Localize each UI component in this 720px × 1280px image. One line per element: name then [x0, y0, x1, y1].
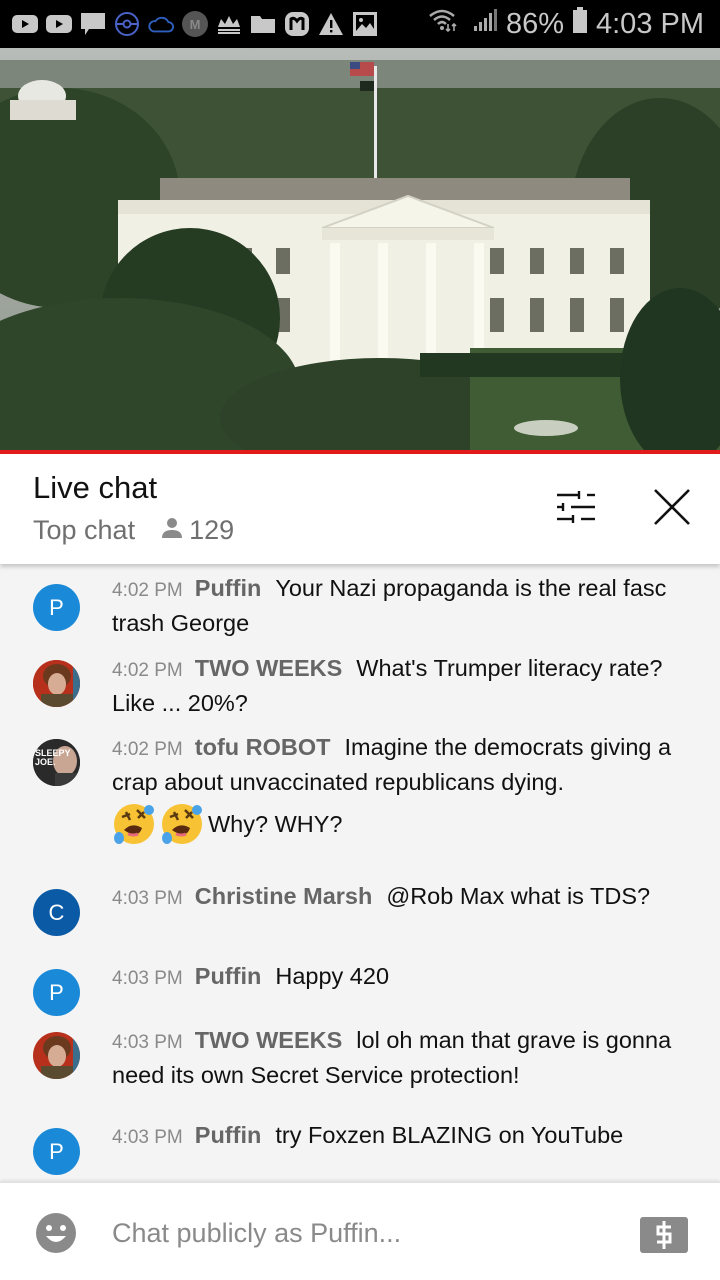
smiley-icon	[36, 1213, 76, 1253]
svg-text:M: M	[190, 17, 201, 32]
crown-icon	[216, 11, 242, 37]
dollar-icon	[656, 1221, 672, 1249]
message-body: 4:03 PM Puffin try Foxzen BLAZING on YouTu…	[112, 1119, 680, 1154]
sliders-icon	[557, 490, 595, 528]
avatar[interactable]	[33, 1032, 80, 1079]
super-chat-button[interactable]	[640, 1217, 688, 1253]
chat-mode-selector[interactable]: Top chat 129	[33, 515, 234, 546]
cloud-icon	[148, 11, 174, 37]
avatar[interactable]	[33, 660, 80, 707]
message-text: try Foxzen BLAZING on YouTube	[275, 1122, 624, 1148]
pokeball-icon	[114, 11, 140, 37]
chat-mode-label: Top chat	[33, 515, 136, 545]
avatar-photo	[33, 1032, 80, 1079]
mastodon-icon	[284, 11, 310, 37]
youtube-icon	[46, 11, 72, 37]
chat-header: Live chat Top chat 129	[0, 454, 720, 564]
viewer-count: 129	[161, 515, 234, 546]
chat-title: Live chat	[33, 470, 158, 505]
message-time: 4:02 PM	[112, 580, 183, 601]
message-body: 4:02 PM tofu ROBOT Imagine the democrats g…	[112, 731, 680, 846]
rofl-emoji-icon	[114, 804, 154, 844]
clock: 4:03 PM	[596, 7, 704, 40]
message-time: 4:03 PM	[112, 1032, 183, 1053]
wifi-icon	[428, 7, 464, 41]
message-time: 4:03 PM	[112, 888, 183, 909]
signal-icon	[472, 7, 498, 41]
chat-message-input[interactable]	[112, 1211, 592, 1255]
message-time: 4:02 PM	[112, 739, 183, 760]
image-icon	[352, 11, 378, 37]
message-text: @Rob Max what is TDS?	[386, 883, 651, 909]
message-body: 4:03 PM Puffin Happy 420	[112, 960, 680, 995]
battery-icon	[572, 6, 588, 42]
avatar[interactable]: SLEEPY JOE.	[33, 739, 80, 786]
chat-filter-button[interactable]	[551, 484, 601, 534]
chat-message-list[interactable]: P 4:02 PM Puffin Your Nazi propaganda is t…	[0, 564, 720, 1182]
youtube-icon	[12, 11, 38, 37]
message-body: 4:02 PM TWO WEEKS What's Trumper literacy …	[112, 652, 680, 719]
video-frame-white-house	[0, 48, 720, 450]
message-author[interactable]: tofu ROBOT	[195, 734, 331, 760]
message-body: 4:02 PM Puffin Your Nazi propaganda is the…	[112, 572, 680, 639]
video-player[interactable]	[0, 48, 720, 450]
notification-icons: M	[0, 11, 378, 37]
svg-text:JOE.: JOE.	[35, 757, 56, 767]
viewer-count-value: 129	[189, 515, 235, 545]
avatar[interactable]: P	[33, 584, 80, 631]
message-extra-text: Why? WHY?	[208, 811, 343, 837]
emoji-button[interactable]	[36, 1213, 76, 1253]
avatar[interactable]: P	[33, 1128, 80, 1175]
message-body: 4:03 PM Christine Marsh @Rob Max what is T…	[112, 880, 680, 915]
battery-percent: 86%	[505, 7, 564, 40]
message-time: 4:03 PM	[112, 968, 183, 989]
message-icon	[80, 11, 106, 37]
chat-input-bar	[0, 1182, 720, 1280]
message-author[interactable]: TWO WEEKS	[195, 1027, 343, 1053]
message-text: Happy 420	[275, 963, 390, 989]
close-icon	[653, 488, 691, 531]
m-app-icon: M	[182, 11, 208, 37]
close-chat-button[interactable]	[647, 484, 697, 534]
avatar[interactable]: C	[33, 889, 80, 936]
message-author[interactable]: TWO WEEKS	[195, 655, 343, 681]
status-bar: M 86% 4:03 PM	[0, 0, 720, 48]
message-time: 4:03 PM	[112, 1127, 183, 1148]
warning-icon	[318, 11, 344, 37]
message-author[interactable]: Puffin	[195, 1122, 262, 1148]
avatar-photo: SLEEPYJOE.	[33, 739, 80, 786]
message-author[interactable]: Puffin	[195, 575, 262, 601]
message-body: 4:03 PM TWO WEEKS lol oh man that grave is…	[112, 1024, 680, 1091]
person-icon	[161, 515, 183, 546]
emoji-line: Why? WHY?	[112, 802, 680, 846]
message-author[interactable]: Puffin	[195, 963, 262, 989]
message-time: 4:02 PM	[112, 660, 183, 681]
rofl-emoji-icon	[162, 804, 202, 844]
status-right: 86% 4:03 PM	[428, 0, 704, 48]
folder-icon	[250, 11, 276, 37]
avatar-photo	[33, 660, 80, 707]
message-author[interactable]: Christine Marsh	[195, 883, 373, 909]
avatar[interactable]: P	[33, 969, 80, 1016]
